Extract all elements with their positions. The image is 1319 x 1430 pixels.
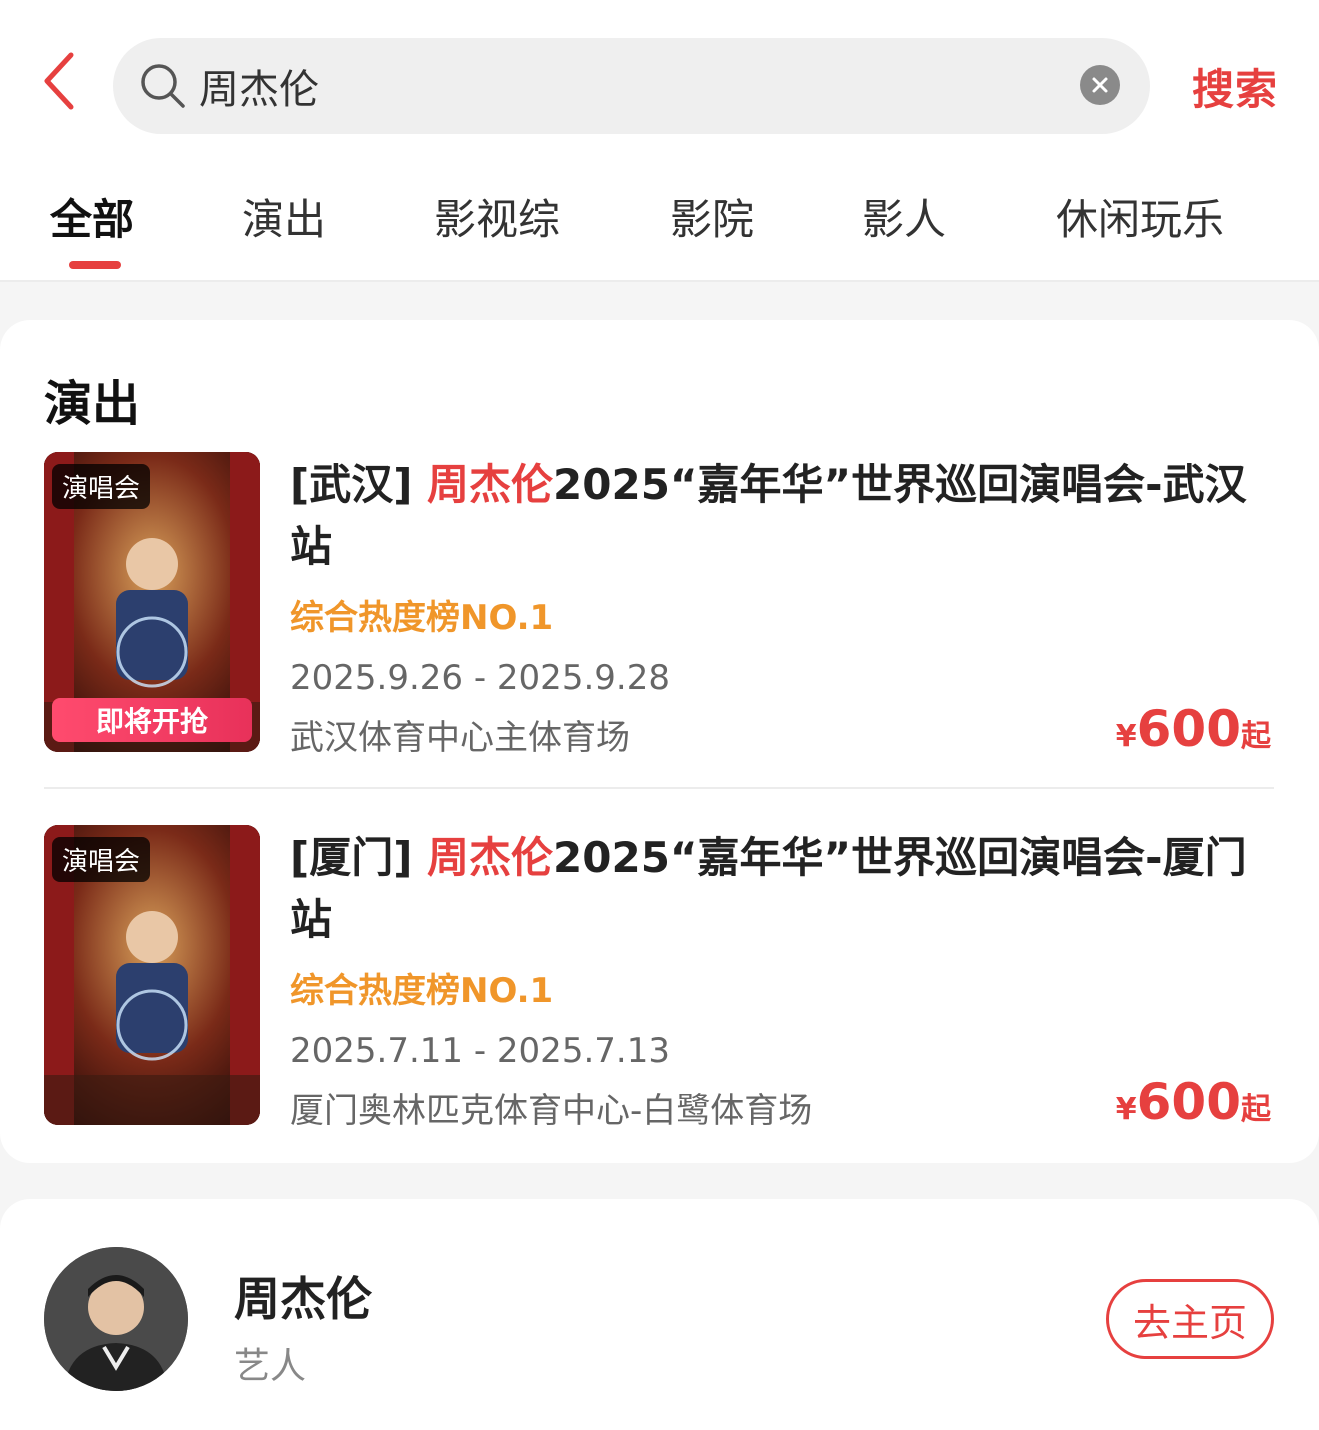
show-rank: 综合热度榜NO.1 xyxy=(290,971,554,1011)
show-item[interactable]: 演唱会 [厦门] 周杰伦2025“嘉年华”世界巡回演唱会-厦门站 综合热度榜NO… xyxy=(0,825,1319,1131)
clear-search-button[interactable] xyxy=(1080,65,1120,105)
show-venue: 厦门奥林匹克体育中心-白鹭体育场 xyxy=(290,1091,813,1131)
show-title: [武汉] 周杰伦2025“嘉年华”世界巡回演唱会-武汉站 xyxy=(290,460,1247,571)
search-button[interactable]: 搜索 xyxy=(1192,56,1278,117)
search-bar[interactable] xyxy=(113,38,1150,134)
show-rank: 综合热度榜NO.1 xyxy=(290,598,554,638)
avatar[interactable] xyxy=(44,1247,188,1391)
poster-tag: 演唱会 xyxy=(52,837,151,882)
show-title: [厦门] 周杰伦2025“嘉年华”世界巡回演唱会-厦门站 xyxy=(290,833,1247,944)
show-price: ¥600起 xyxy=(1115,1073,1271,1131)
show-poster: 演唱会 xyxy=(44,825,260,1125)
show-poster: 演唱会 即将开抢 xyxy=(44,452,260,752)
tab-shows[interactable]: 演出 xyxy=(242,186,326,247)
tab-all[interactable]: 全部 xyxy=(50,186,134,247)
tab-people[interactable]: 影人 xyxy=(862,186,946,247)
show-item[interactable]: 演唱会 即将开抢 [武汉] 周杰伦2025“嘉年华”世界巡回演唱会-武汉站 综合… xyxy=(0,452,1319,758)
presale-badge: 即将开抢 xyxy=(52,698,252,742)
divider xyxy=(44,787,1274,789)
chevron-left-icon xyxy=(44,52,74,110)
tab-leisure[interactable]: 休闲玩乐 xyxy=(1056,186,1224,247)
active-tab-indicator xyxy=(69,261,121,269)
artist-section: 周杰伦 艺人 去主页 xyxy=(0,1199,1319,1430)
show-price: ¥600起 xyxy=(1115,700,1271,758)
tab-cinema[interactable]: 影院 xyxy=(670,186,754,247)
search-icon xyxy=(141,64,185,108)
artist-name: 周杰伦 xyxy=(234,1272,372,1326)
section-title: 演出 xyxy=(44,376,141,432)
top-bar: 搜索 全部 演出 影视综 影院 影人 休闲玩乐 xyxy=(0,0,1319,282)
category-tabs: 全部 演出 影视综 影院 影人 休闲玩乐 xyxy=(0,186,1319,282)
show-venue: 武汉体育中心主体育场 xyxy=(290,718,630,758)
search-input[interactable] xyxy=(199,56,1059,116)
show-date: 2025.7.11 - 2025.7.13 xyxy=(290,1031,670,1071)
show-date: 2025.9.26 - 2025.9.28 xyxy=(290,658,670,698)
shows-section: 演出 演唱会 即将开抢 [武汉] 周杰伦2025“嘉年华”世界巡回演唱会-武汉站… xyxy=(0,320,1319,1163)
go-homepage-button[interactable]: 去主页 xyxy=(1106,1279,1274,1359)
poster-tag: 演唱会 xyxy=(52,464,151,509)
close-icon xyxy=(1092,77,1108,93)
tab-film-tv[interactable]: 影视综 xyxy=(434,186,560,247)
artist-type: 艺人 xyxy=(234,1346,307,1387)
back-button[interactable] xyxy=(34,50,84,112)
